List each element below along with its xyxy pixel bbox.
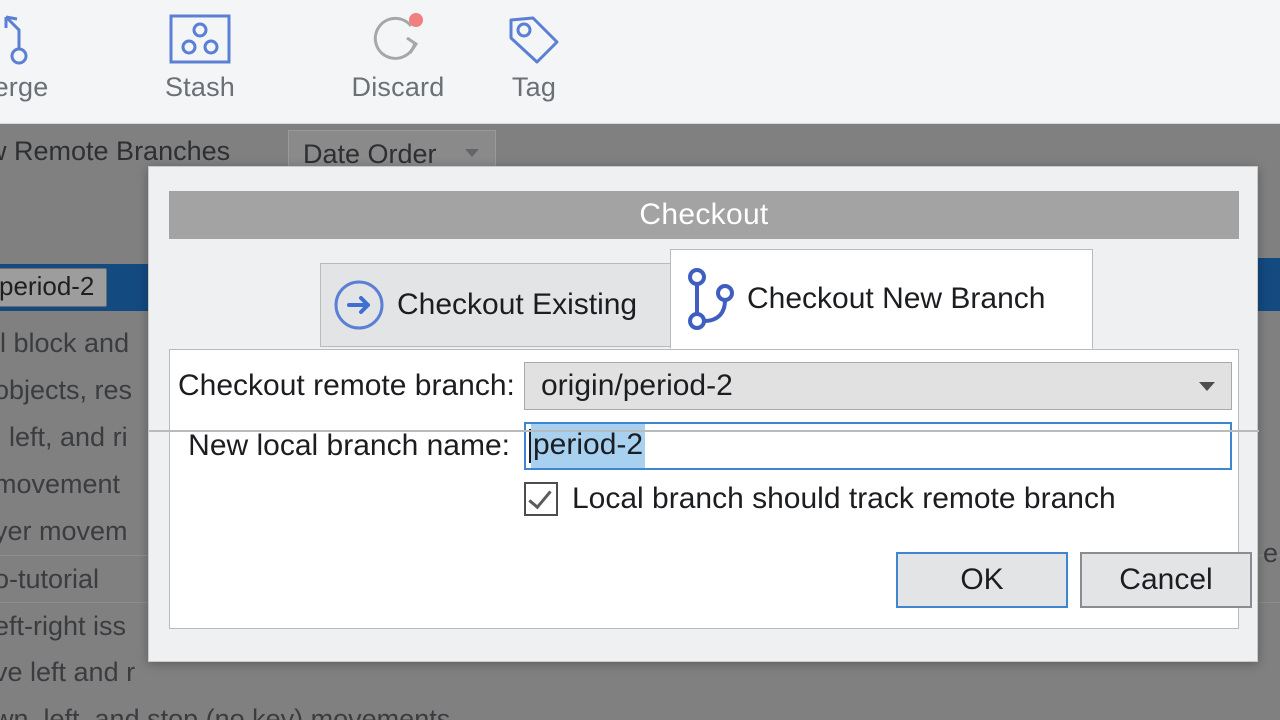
stash-icon	[169, 8, 231, 70]
dialog-content-panel: Checkout remote branch: origin/period-2 …	[169, 349, 1252, 629]
commit-message-right-edge: e	[1262, 538, 1278, 568]
checkout-dialog: Checkout Checkout Existing Checkout New …	[148, 166, 1259, 662]
dialog-titlebar: Checkout	[169, 191, 1239, 239]
dialog-title: Checkout	[639, 198, 769, 231]
toolbar: erge Stash Discard Tag	[0, 0, 1280, 124]
commit-message: wn, left, and stop (no key) movements	[0, 704, 451, 720]
toolbar-label-merge: erge	[0, 72, 49, 102]
remote-branch-value: origin/period-2	[541, 369, 733, 402]
tab-underline	[149, 430, 1259, 432]
table-row[interactable]: wn, left, and stop (no key) movements	[0, 696, 1280, 720]
chevron-down-icon	[1199, 382, 1215, 391]
toolbar-label-discard: Discard	[351, 72, 445, 102]
remote-branch-label: Checkout remote branch:	[178, 369, 515, 402]
toolbar-button-tag[interactable]: Tag	[474, 0, 594, 124]
discard-icon	[367, 8, 429, 70]
commit-message: eft-right iss	[0, 610, 127, 641]
tab-label-checkout-existing: Checkout Existing	[397, 288, 638, 321]
toolbar-button-stash[interactable]: Stash	[138, 0, 262, 124]
commit-message: ve left and r	[0, 657, 136, 687]
commit-message: movement	[0, 469, 121, 499]
branch-chip: period-2	[0, 268, 108, 307]
remote-branch-select[interactable]: origin/period-2	[524, 362, 1232, 410]
tag-icon	[503, 8, 565, 70]
arrow-right-circle-icon	[321, 278, 397, 332]
toolbar-button-discard[interactable]: Discard	[330, 0, 466, 124]
commit-message: ll block and	[0, 328, 130, 358]
tab-checkout-new-branch[interactable]: Checkout New Branch	[670, 249, 1093, 349]
track-remote-branch-label: Local branch should track remote branch	[572, 482, 1116, 515]
chevron-down-icon	[465, 149, 479, 157]
remote-branch-row: Checkout remote branch: origin/period-2	[178, 360, 1233, 412]
tab-label-checkout-new-branch: Checkout New Branch	[747, 282, 1046, 315]
toolbar-label-stash: Stash	[164, 72, 236, 102]
merge-icon	[0, 8, 46, 70]
track-remote-branch-checkbox[interactable]	[524, 482, 558, 516]
commit-message: o-tutorial	[0, 563, 100, 594]
ok-button[interactable]: OK	[896, 552, 1068, 608]
commit-message: , left, and ri	[0, 422, 128, 452]
tab-checkout-existing[interactable]: Checkout Existing	[320, 263, 672, 347]
dialog-tabstrip: Checkout Existing Checkout New Branch	[149, 249, 1259, 432]
cancel-button[interactable]: Cancel	[1080, 552, 1252, 608]
show-remote-branches-label: ow Remote Branches	[0, 136, 231, 166]
check-icon	[528, 484, 552, 510]
branch-icon	[671, 267, 747, 331]
screen: erge Stash Discard Tag Remote Branches D…	[0, 0, 1280, 720]
commit-message: yer movem	[0, 516, 128, 546]
commit-message: objects, res	[0, 375, 133, 405]
track-remote-branch-row[interactable]: Local branch should track remote branch	[524, 482, 1116, 516]
toolbar-label-tag: Tag	[511, 72, 557, 102]
toolbar-button-merge[interactable]: erge	[0, 0, 76, 124]
local-branch-label: New local branch name:	[188, 429, 510, 462]
local-branch-row: New local branch name: period-2	[178, 420, 1233, 472]
